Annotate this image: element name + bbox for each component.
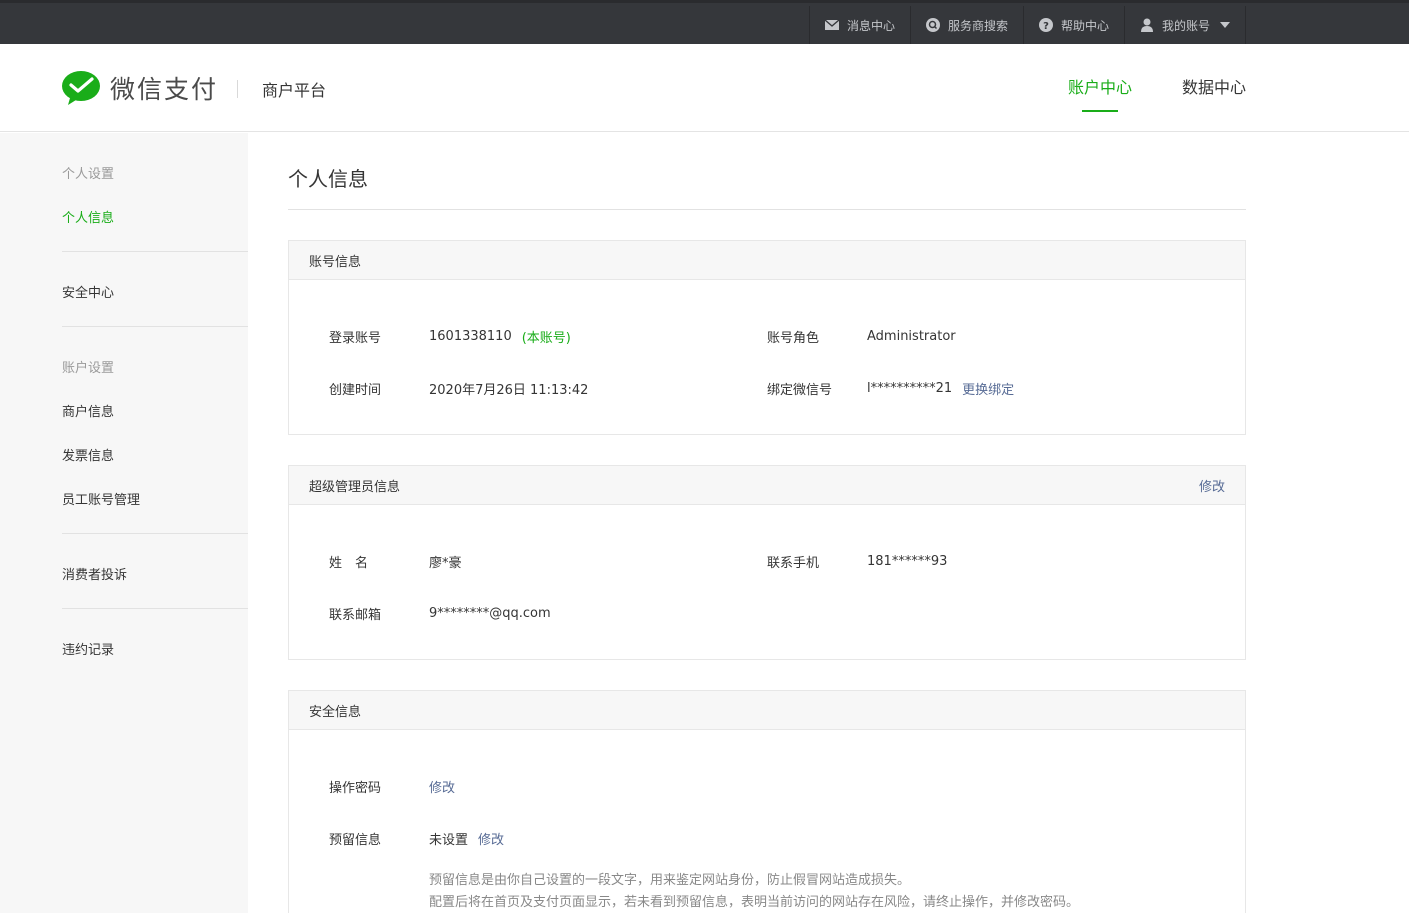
admin-email-cell: 联系邮箱 9********@qq.com bbox=[329, 604, 767, 623]
reserved-info-note-line2: 配置后将在首页及支付页面显示，若未看到预留信息，表明当前访问的网站存在风险，请终… bbox=[429, 895, 1080, 910]
reserved-info-value-wrap: 未设置 修改 bbox=[429, 829, 504, 848]
change-binding-link[interactable]: 更换绑定 bbox=[962, 379, 1014, 398]
admin-info-body: 姓 名 廖*豪 联系手机 181******93 联系邮箱 9********@… bbox=[289, 505, 1245, 659]
admin-email-value: 9********@qq.com bbox=[429, 605, 551, 621]
topnav-messages[interactable]: 消息中心 bbox=[808, 6, 910, 44]
sidebar-item-merchant-info[interactable]: 商户信息 bbox=[62, 401, 248, 425]
main-content: 个人信息 账号信息 登录账号 1601338110 (本账号) 账号角色 Adm… bbox=[288, 133, 1246, 913]
login-account-value-wrap: 1601338110 (本账号) bbox=[429, 327, 571, 346]
bound-wechat-value-wrap: l**********21 更换绑定 bbox=[867, 379, 1014, 398]
operation-password-value-wrap: 修改 bbox=[429, 777, 455, 796]
nav-account-center[interactable]: 账户中心 bbox=[1068, 74, 1132, 112]
search-icon bbox=[925, 18, 940, 32]
header: 微信支付 商户平台 账户中心 数据中心 bbox=[0, 44, 1409, 132]
chevron-down-icon bbox=[1220, 22, 1230, 28]
bound-wechat-label: 绑定微信号 bbox=[767, 382, 833, 398]
top-nav: 消息中心 服务商搜索 ? 帮助中心 我的账号 bbox=[808, 6, 1246, 44]
account-info-panel: 账号信息 登录账号 1601338110 (本账号) 账号角色 Administ… bbox=[288, 240, 1246, 435]
reserved-info-edit-link[interactable]: 修改 bbox=[478, 829, 504, 848]
sidebar-title-account-settings: 账户设置 bbox=[62, 361, 115, 376]
admin-phone-value: 181******93 bbox=[867, 553, 948, 569]
info-row: 登录账号 1601338110 (本账号) 账号角色 Administrator bbox=[329, 310, 1205, 362]
reserved-info-note: 预留信息是由你自己设置的一段文字，用来鉴定网站身份，防止假冒网站造成损失。 配置… bbox=[429, 870, 1205, 913]
info-row: 操作密码 修改 bbox=[329, 760, 1205, 812]
admin-edit-link[interactable]: 修改 bbox=[1199, 476, 1225, 495]
bound-wechat-cell: 绑定微信号 l**********21 更换绑定 bbox=[767, 379, 1205, 398]
admin-phone-cell: 联系手机 181******93 bbox=[767, 552, 1205, 571]
sidebar-group-account: 账户设置 商户信息 发票信息 员工账号管理 bbox=[62, 327, 248, 534]
topnav-my-account-label: 我的账号 bbox=[1161, 18, 1210, 33]
user-icon bbox=[1140, 18, 1154, 32]
topnav-help-label: 帮助中心 bbox=[1060, 18, 1109, 33]
operation-password-cell: 操作密码 修改 bbox=[329, 777, 767, 796]
topnav-provider-search[interactable]: 服务商搜索 bbox=[909, 6, 1023, 44]
admin-name-label: 姓 名 bbox=[329, 555, 369, 571]
account-info-heading: 账号信息 bbox=[309, 254, 362, 270]
sidebar-title-personal-settings: 个人设置 bbox=[62, 167, 115, 182]
sidebar: 个人设置 个人信息 安全中心 账户设置 商户信息 发票信息 员工账号管理 消费者… bbox=[0, 133, 248, 913]
nav-data-center[interactable]: 数据中心 bbox=[1182, 74, 1246, 112]
sidebar-group-complaints: 消费者投诉 bbox=[62, 534, 248, 609]
sidebar-group-violations: 违约记录 bbox=[62, 609, 248, 683]
security-info-header: 安全信息 bbox=[289, 691, 1245, 730]
account-info-body: 登录账号 1601338110 (本账号) 账号角色 Administrator… bbox=[289, 280, 1245, 434]
main-nav: 账户中心 数据中心 bbox=[1068, 74, 1246, 112]
sidebar-item-consumer-complaints[interactable]: 消费者投诉 bbox=[62, 564, 248, 588]
sidebar-item-invoice-info[interactable]: 发票信息 bbox=[62, 445, 248, 469]
sidebar-item-violation-records[interactable]: 违约记录 bbox=[62, 639, 248, 663]
created-time-value: 2020年7月26日 11:13:42 bbox=[429, 382, 589, 398]
sidebar-group-personal: 个人设置 个人信息 bbox=[62, 133, 248, 252]
admin-email-label: 联系邮箱 bbox=[329, 607, 382, 623]
platform-name: 商户平台 bbox=[262, 81, 327, 100]
header-divider bbox=[237, 80, 238, 98]
security-info-body: 操作密码 修改 预留信息 未设置 修改 预留信息是由你自己设置的一段文字，用来鉴… bbox=[289, 730, 1245, 913]
topnav-provider-search-label: 服务商搜索 bbox=[947, 18, 1008, 33]
reserved-info-value: 未设置 bbox=[429, 832, 469, 848]
reserved-info-cell: 预留信息 未设置 修改 bbox=[329, 829, 767, 848]
created-time-cell: 创建时间 2020年7月26日 11:13:42 bbox=[329, 379, 767, 398]
admin-name-cell: 姓 名 廖*豪 bbox=[329, 552, 767, 571]
admin-name-value: 廖*豪 bbox=[429, 555, 462, 571]
sidebar-item-security-center[interactable]: 安全中心 bbox=[62, 282, 248, 306]
info-row: 创建时间 2020年7月26日 11:13:42 绑定微信号 l********… bbox=[329, 362, 1205, 414]
login-account-value: 1601338110 bbox=[429, 328, 512, 344]
login-account-cell: 登录账号 1601338110 (本账号) bbox=[329, 327, 767, 346]
sidebar-item-personal-info[interactable]: 个人信息 bbox=[62, 207, 248, 231]
topnav-messages-label: 消息中心 bbox=[846, 18, 895, 33]
admin-info-header: 超级管理员信息 修改 bbox=[289, 466, 1245, 505]
mail-icon bbox=[824, 18, 839, 32]
wechat-pay-icon bbox=[62, 71, 100, 105]
reserved-info-note-line1: 预留信息是由你自己设置的一段文字，用来鉴定网站身份，防止假冒网站造成损失。 bbox=[429, 873, 911, 888]
sidebar-item-staff-accounts[interactable]: 员工账号管理 bbox=[62, 489, 248, 513]
admin-phone-label: 联系手机 bbox=[767, 555, 820, 571]
topnav-help[interactable]: ? 帮助中心 bbox=[1022, 6, 1124, 44]
top-bar: 消息中心 服务商搜索 ? 帮助中心 我的账号 bbox=[0, 0, 1409, 44]
admin-info-panel: 超级管理员信息 修改 姓 名 廖*豪 联系手机 181******93 联系邮箱… bbox=[288, 465, 1246, 660]
logo-text: 微信支付 bbox=[110, 75, 219, 104]
admin-info-heading: 超级管理员信息 bbox=[309, 479, 401, 495]
svg-text:?: ? bbox=[1043, 21, 1049, 32]
info-row: 预留信息 未设置 修改 bbox=[329, 812, 1205, 864]
page-title: 个人信息 bbox=[288, 133, 1246, 210]
topnav-my-account[interactable]: 我的账号 bbox=[1123, 6, 1246, 44]
login-account-label: 登录账号 bbox=[329, 330, 382, 346]
info-row: 姓 名 廖*豪 联系手机 181******93 bbox=[329, 535, 1205, 587]
operation-password-label: 操作密码 bbox=[329, 780, 382, 796]
password-edit-link[interactable]: 修改 bbox=[429, 777, 455, 796]
account-role-cell: 账号角色 Administrator bbox=[767, 327, 1205, 346]
logo[interactable]: 微信支付 bbox=[62, 70, 218, 106]
account-role-label: 账号角色 bbox=[767, 330, 820, 346]
account-info-header: 账号信息 bbox=[289, 241, 1245, 280]
reserved-info-label: 预留信息 bbox=[329, 832, 382, 848]
help-icon: ? bbox=[1038, 18, 1053, 32]
account-role-value: Administrator bbox=[867, 328, 956, 344]
bound-wechat-value: l**********21 bbox=[867, 380, 953, 396]
current-account-tag: (本账号) bbox=[521, 330, 571, 346]
security-info-panel: 安全信息 操作密码 修改 预留信息 未设置 修改 预留信息是由你自己设置的一段文… bbox=[288, 690, 1246, 913]
info-row: 联系邮箱 9********@qq.com bbox=[329, 587, 1205, 639]
sidebar-group-security: 安全中心 bbox=[62, 252, 248, 327]
security-info-heading: 安全信息 bbox=[309, 704, 362, 720]
created-time-label: 创建时间 bbox=[329, 382, 382, 398]
